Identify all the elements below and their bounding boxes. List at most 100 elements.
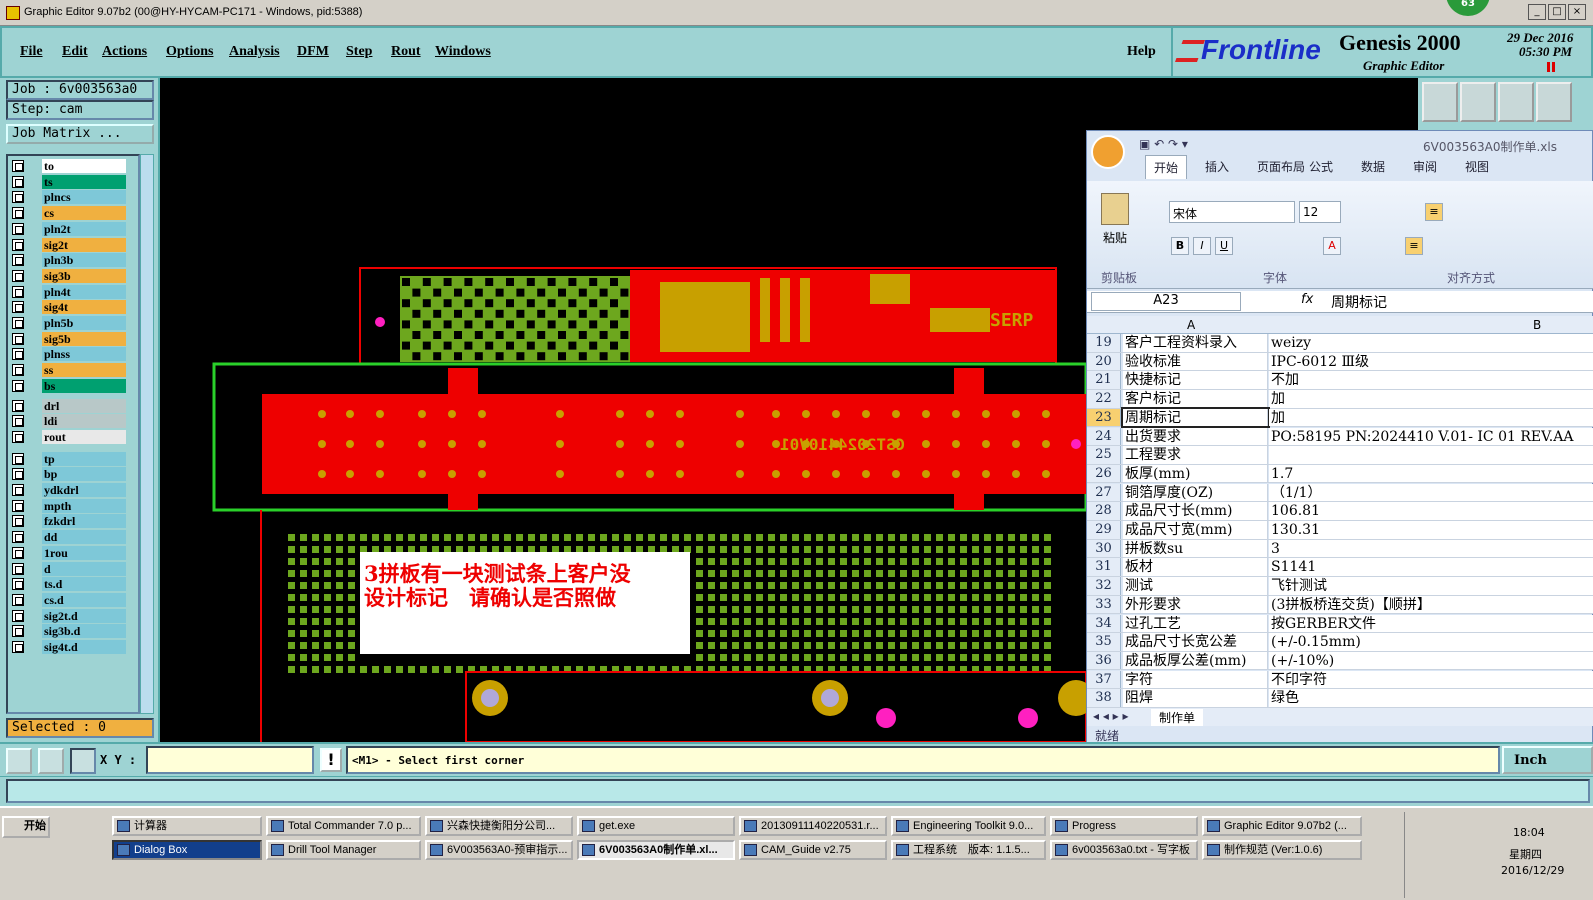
row-number[interactable]: 22	[1087, 390, 1121, 408]
cell-a[interactable]: 拼板数su	[1123, 539, 1268, 558]
cell-b[interactable]: 不加	[1269, 371, 1593, 389]
cell-a[interactable]: 字符	[1123, 670, 1268, 689]
layer-checkbox[interactable]	[12, 222, 24, 235]
layer-row[interactable]: bs	[10, 378, 128, 394]
layer-checkbox[interactable]	[12, 609, 24, 622]
layer-checkbox[interactable]	[12, 332, 24, 345]
tool-icon-1[interactable]	[6, 748, 32, 774]
layer-row[interactable]: ldi	[10, 413, 128, 429]
align-center-button[interactable]: ≡	[1425, 203, 1443, 221]
layer-row[interactable]: rout	[10, 429, 128, 445]
row-number[interactable]: 27	[1087, 483, 1121, 502]
menu-edit[interactable]: Edit	[62, 44, 88, 60]
layer-row[interactable]: pln4t	[10, 284, 128, 300]
layer-name[interactable]: mpth	[42, 498, 126, 513]
layer-row[interactable]: plncs	[10, 189, 128, 205]
cell-a[interactable]: 测试	[1123, 577, 1268, 595]
layer-row[interactable]: fzkdrl	[10, 513, 128, 529]
layer-row[interactable]: to	[10, 158, 128, 174]
row-number[interactable]: 24	[1087, 427, 1121, 446]
formula-input[interactable]: 周期标记	[1331, 292, 1387, 312]
layer-name[interactable]: ydkdrl	[42, 483, 126, 497]
layer-name[interactable]: dd	[42, 530, 126, 545]
layer-checkbox[interactable]	[12, 515, 24, 528]
cell-b[interactable]	[1269, 446, 1593, 464]
alert-icon[interactable]: !	[320, 748, 342, 772]
layer-checkbox[interactable]	[12, 348, 24, 361]
taskbar-item[interactable]: Graphic Editor 9.07b2 (...	[1202, 816, 1362, 836]
graphic-canvas[interactable]: SERP CST2024410V01 3拼板有一块测试条上客户没 设计标记 请确…	[160, 78, 1086, 742]
cell-a[interactable]: 客户工程资料录入	[1123, 334, 1268, 352]
cell-a[interactable]: 工程要求	[1123, 446, 1268, 464]
taskbar-item[interactable]: 6V003563A0制作单.xl...	[577, 840, 735, 860]
taskbar-item[interactable]: Dialog Box	[112, 840, 262, 860]
taskbar-item[interactable]: Drill Tool Manager	[266, 840, 421, 860]
menu-options[interactable]: Options	[166, 44, 213, 60]
cell-b[interactable]: 3	[1269, 539, 1593, 558]
layer-name[interactable]: plncs	[42, 190, 126, 205]
layer-name[interactable]: sig2t	[42, 237, 126, 252]
row-number[interactable]: 29	[1087, 521, 1121, 539]
taskbar-item[interactable]: Progress	[1050, 816, 1198, 836]
cell-a[interactable]: 验收标准	[1123, 352, 1268, 371]
paste-icon[interactable]	[1101, 193, 1129, 225]
taskbar-item[interactable]: CAM_Guide v2.75	[739, 840, 887, 860]
cell-b[interactable]: 1.7	[1269, 464, 1593, 483]
taskbar-item[interactable]: 兴森快捷衡阳分公司...	[425, 816, 573, 836]
layer-row[interactable]: sig4t.d	[10, 639, 128, 655]
layer-name[interactable]: cs	[42, 206, 126, 221]
layer-name[interactable]: d	[42, 561, 126, 576]
cell-b[interactable]: 按GERBER文件	[1269, 614, 1593, 633]
layer-row[interactable]: ss	[10, 362, 128, 378]
paste-button[interactable]: 粘贴	[1103, 229, 1127, 246]
layer-row[interactable]: cs	[10, 205, 128, 221]
layer-checkbox[interactable]	[12, 254, 24, 267]
clock-time[interactable]: 18:04	[1513, 826, 1545, 839]
layer-name[interactable]: pln4t	[42, 284, 126, 299]
office-button[interactable]	[1091, 135, 1125, 169]
layer-name[interactable]: 1rou	[42, 545, 126, 560]
name-box[interactable]: A23	[1091, 292, 1241, 311]
layer-checkbox[interactable]	[12, 578, 24, 591]
menu-rout[interactable]: Rout	[391, 44, 421, 60]
cell-a[interactable]: 阻焊	[1123, 689, 1268, 707]
layer-name[interactable]: pln2t	[42, 221, 126, 236]
cell-b[interactable]: 106.81	[1269, 502, 1593, 520]
ribbon-tab[interactable]: 公式	[1301, 155, 1341, 179]
cell-a[interactable]: 铜箔厚度(OZ)	[1123, 483, 1268, 502]
cell-b[interactable]: 飞针测试	[1269, 577, 1593, 595]
row-number[interactable]: 26	[1087, 464, 1121, 483]
cell-b[interactable]: weizy	[1269, 334, 1593, 352]
cell-b[interactable]: S1141	[1269, 558, 1593, 576]
taskbar-item[interactable]: Total Commander 7.0 p...	[266, 816, 421, 836]
underline-button[interactable]: U	[1215, 237, 1233, 255]
notification-badge[interactable]: 63	[1446, 0, 1490, 16]
row-number[interactable]: 21	[1087, 371, 1121, 389]
layer-name[interactable]: bs	[42, 378, 126, 393]
layer-row[interactable]: 1rou	[10, 545, 128, 561]
layer-name[interactable]: sig5b	[42, 331, 126, 346]
tool-icon-2[interactable]	[38, 748, 64, 774]
row-number[interactable]: 36	[1087, 651, 1121, 670]
menu-help[interactable]: Help	[1127, 44, 1156, 60]
cell-b[interactable]: 绿色	[1269, 689, 1593, 707]
row-number[interactable]: 30	[1087, 539, 1121, 558]
taskbar-item[interactable]: 20130911140220531.r...	[739, 816, 887, 836]
toolbar-button-2[interactable]	[1460, 82, 1496, 122]
layer-checkbox[interactable]	[12, 641, 24, 653]
row-number[interactable]: 34	[1087, 614, 1121, 633]
menu-file[interactable]: File	[20, 44, 43, 60]
cell-a[interactable]: 板材	[1123, 558, 1268, 576]
layer-name[interactable]: ts	[42, 174, 126, 189]
row-number[interactable]: 35	[1087, 633, 1121, 651]
layer-name[interactable]: drl	[42, 398, 126, 413]
layer-name[interactable]: bp	[42, 467, 126, 482]
cell-a[interactable]: 客户标记	[1123, 390, 1268, 408]
layer-name[interactable]: ldi	[42, 414, 126, 429]
layer-checkbox[interactable]	[12, 484, 24, 496]
cell-b[interactable]: （1/1）	[1269, 483, 1593, 502]
cell-a[interactable]: 快捷标记	[1123, 371, 1268, 389]
layer-name[interactable]: ss	[42, 363, 126, 378]
layer-checkbox[interactable]	[12, 175, 24, 188]
start-button[interactable]: 开始	[2, 816, 50, 838]
